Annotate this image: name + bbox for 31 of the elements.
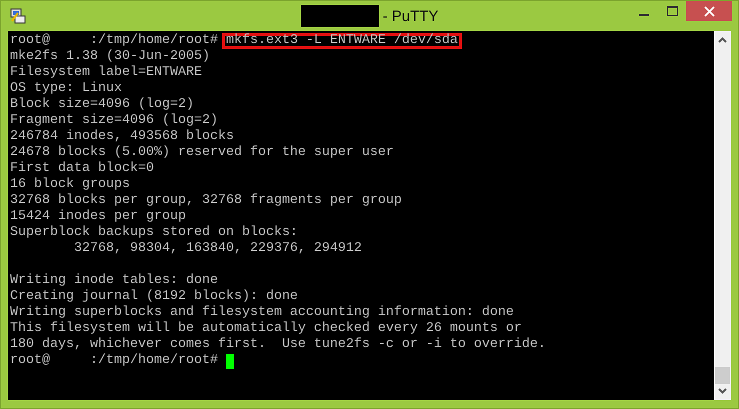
close-icon (704, 6, 714, 16)
command-text: mkfs.ext3 -L ENTWARE /dev/sda (222, 33, 462, 49)
scroll-down-icon[interactable] (718, 388, 727, 394)
close-button[interactable] (686, 1, 732, 21)
output-line: First data block=0 (10, 161, 154, 177)
output-line: Fragment size=4096 (log=2) (10, 113, 218, 129)
output-line: 15424 inodes per group (10, 209, 186, 225)
output-line: Creating journal (8192 blocks): done (10, 289, 298, 305)
output-line: 24678 blocks (5.00%) reserved for the super user (10, 145, 394, 161)
minimize-icon (639, 14, 649, 16)
output-line: Superblock backups stored on blocks: (10, 225, 298, 241)
scrollbar-thumb[interactable] (715, 367, 730, 384)
shell-prompt: root@ :/tmp/home/root# (10, 33, 218, 49)
output-line: 32768 blocks per group, 32768 fragments per group (10, 193, 402, 209)
output-line: mke2fs 1.38 (30-Jun-2005) (10, 49, 210, 65)
output-line: Writing superblocks and filesystem accounting information: done (10, 305, 514, 321)
output-line: This filesystem will be automatically checked every 26 mounts or (10, 321, 522, 337)
scrollbar[interactable] (714, 31, 731, 400)
output-line: 32768, 98304, 163840, 229376, 294912 (72, 241, 362, 257)
output-line: Filesystem label=ENTWARE (10, 65, 202, 81)
window-title: - PuTTY (382, 8, 438, 24)
output-line: 246784 inodes, 493568 blocks (10, 129, 234, 145)
output-line: OS type: Linux (10, 81, 122, 97)
output-line: Block size=4096 (log=2) (10, 97, 194, 113)
output-line: Writing inode tables: done (10, 273, 218, 289)
shell-prompt: root@ :/tmp/home/root# (10, 353, 218, 369)
output-line: 16 block groups (10, 177, 130, 193)
output-line: 180 days, whichever comes first. Use tune2fs -c or -i to override. (10, 337, 546, 353)
scroll-up-icon[interactable] (718, 37, 727, 43)
computer-icon (9, 7, 27, 25)
maximize-icon (666, 6, 678, 16)
